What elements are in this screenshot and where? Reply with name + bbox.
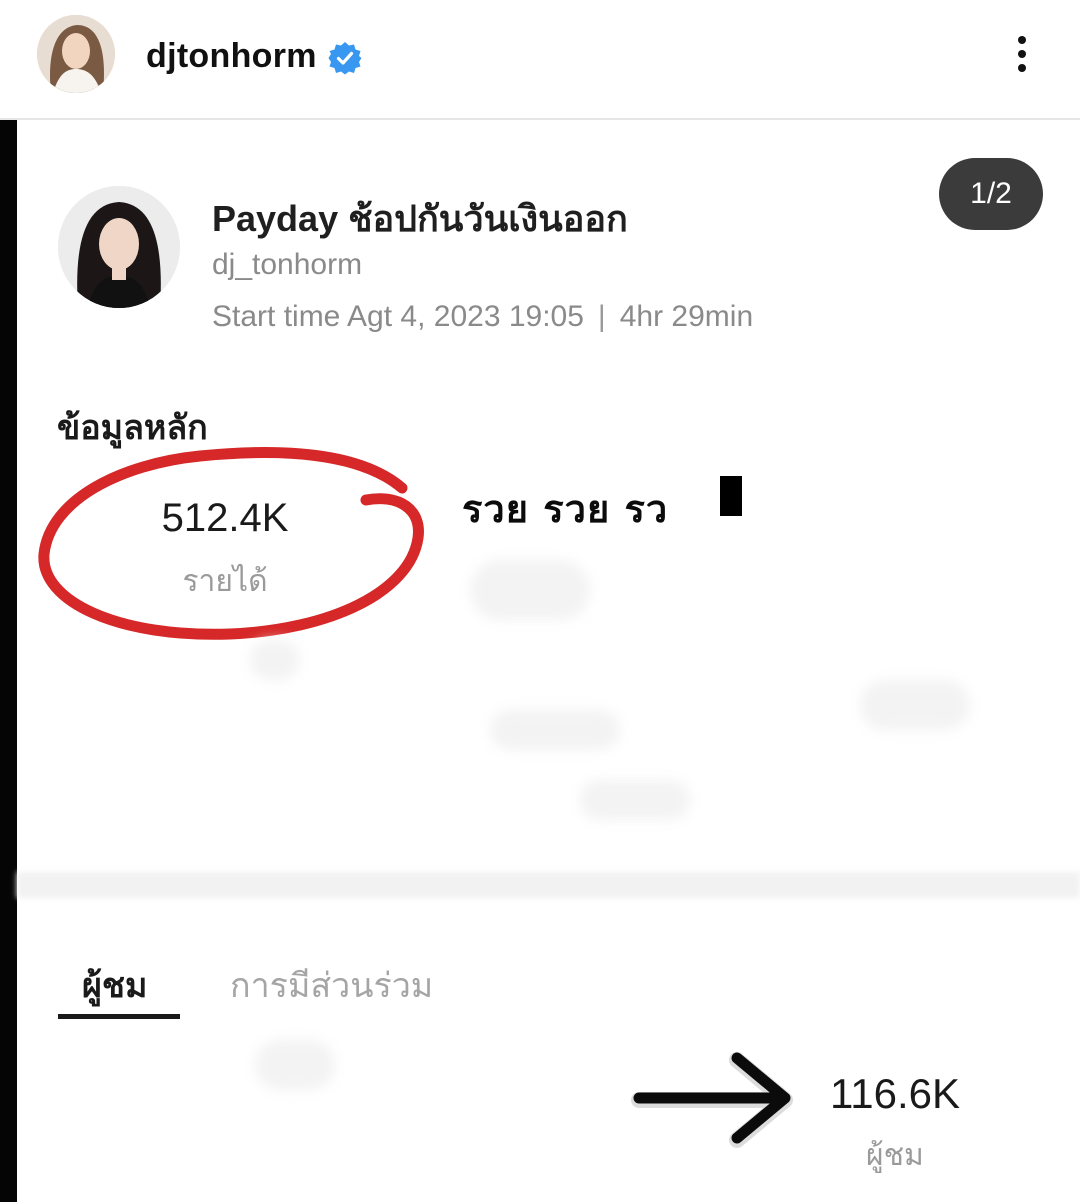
blurred-content: [580, 780, 690, 820]
viewers-label: ผู้ชม: [866, 1139, 924, 1172]
live-host-avatar: [58, 186, 180, 308]
blurred-content: [470, 560, 590, 620]
start-time: Start time Agt 4, 2023 19:05: [212, 300, 584, 333]
live-title: Payday ช้อปกันวันเงินออก: [212, 198, 628, 239]
live-handle: dj_tonhorm: [212, 248, 363, 281]
blurred-content: [490, 710, 620, 750]
arrow-right-icon: [628, 1048, 796, 1148]
tab-engagement[interactable]: การมีส่วนร่วม: [230, 958, 433, 1012]
tab-viewers[interactable]: ผู้ชม: [82, 958, 147, 1012]
time-separator: |: [597, 300, 606, 333]
red-circle-annotation: [38, 447, 424, 640]
handwritten-text: รวย รวย รว: [462, 486, 669, 531]
image-edge-bar: [0, 120, 17, 1202]
live-time-row: Start time Agt 4, 2023 19:05 | 4hr 29min: [212, 300, 753, 334]
blurred-content: [250, 640, 300, 680]
image-counter-badge: 1/2: [939, 158, 1043, 230]
post-header: djtonhorm: [0, 0, 1080, 120]
live-duration: 4hr 29min: [619, 300, 754, 333]
blurred-content: [860, 680, 970, 730]
active-tab-indicator: [58, 1014, 180, 1019]
text-cursor-block: [720, 476, 742, 516]
section-divider: [17, 872, 1080, 898]
post-image: 1/2 Payday ช้อปกันวันเงินออก dj_tonhorm …: [0, 120, 1080, 1202]
more-options-icon[interactable]: [1002, 30, 1042, 78]
username[interactable]: djtonhorm: [146, 37, 317, 76]
viewers-value: 116.6K: [830, 1070, 960, 1117]
profile-avatar[interactable]: [37, 15, 115, 93]
verified-badge-icon: [328, 42, 362, 75]
blurred-content: [255, 1040, 335, 1090]
